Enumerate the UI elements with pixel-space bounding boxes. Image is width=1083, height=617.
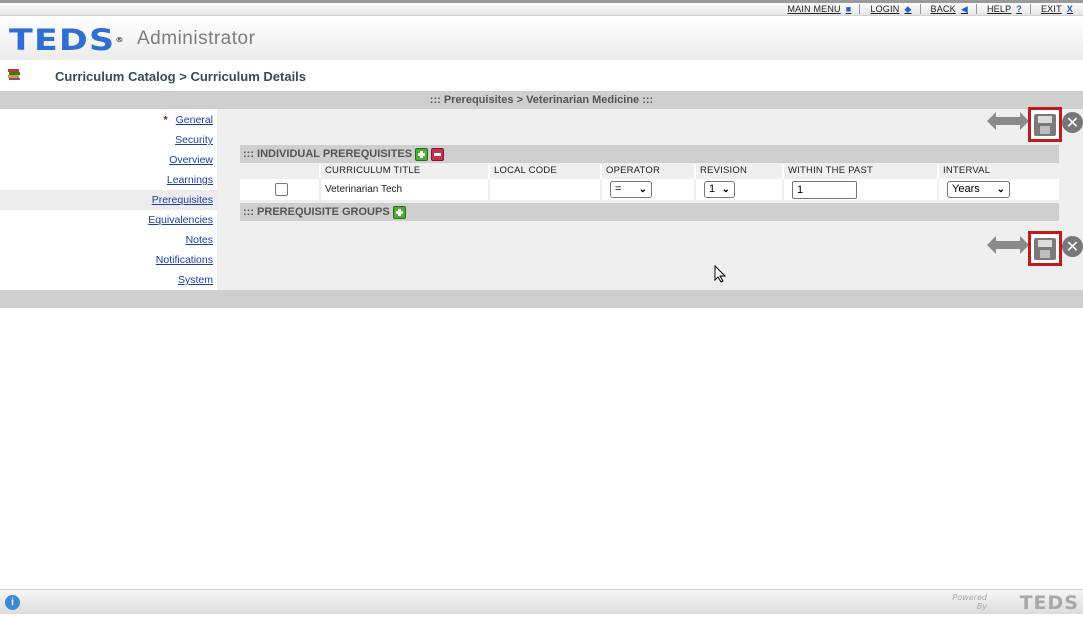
arrow-left-icon[interactable] xyxy=(987,236,1009,254)
column-header: REVISION xyxy=(695,164,784,178)
chevron-down-icon: ⌄ xyxy=(721,184,730,195)
sidebar-item-learnings[interactable]: Learnings xyxy=(167,170,213,190)
app-header: TEDS® Administrator xyxy=(0,16,1083,60)
diamond-icon: ◆ xyxy=(904,3,912,14)
breadcrumb: Curriculum Catalog > Curriculum Details xyxy=(55,69,307,84)
within-the-past-input[interactable]: 1 xyxy=(792,180,857,199)
top-nav-bar: MAIN MENU ■ LOGIN ◆ BACK ◀ HELP? EXIT X xyxy=(0,0,1083,16)
sidebar-item-notes[interactable]: Notes xyxy=(186,230,213,250)
table-header-row: CURRICULUM TITLE LOCAL CODE OPERATOR REV… xyxy=(240,164,1059,178)
prerequisites-table: CURRICULUM TITLE LOCAL CODE OPERATOR REV… xyxy=(240,164,1059,200)
sidebar-item-equivalencies[interactable]: Equivalencies xyxy=(148,210,213,230)
remove-prerequisite-button[interactable] xyxy=(431,147,445,161)
column-header: WITHIN THE PAST xyxy=(783,164,939,178)
question-icon: ? xyxy=(1016,4,1022,14)
action-toolbar-bottom: ✕ xyxy=(987,231,1083,269)
sidebar-item-prerequisites[interactable]: Prerequisites xyxy=(0,190,217,210)
arrow-left-icon[interactable] xyxy=(987,112,1009,130)
column-header: INTERVAL xyxy=(938,164,1059,178)
footer: i Powered By TEDS xyxy=(0,589,1083,614)
divider xyxy=(859,4,861,14)
arrow-right-icon[interactable] xyxy=(1007,112,1029,130)
column-header: LOCAL CODE xyxy=(489,164,602,178)
local-code-cell xyxy=(489,177,602,200)
app-name: Administrator xyxy=(137,28,256,49)
sidebar-item-general[interactable]: * General xyxy=(164,110,213,130)
sidebar-item-system[interactable]: System xyxy=(178,270,213,290)
main-menu-link[interactable]: MAIN MENU ■ xyxy=(787,4,851,14)
chevron-down-icon: ⌄ xyxy=(638,184,647,195)
section-title: ::: Prerequisites > Veterinarian Medicin… xyxy=(0,91,1083,109)
login-link[interactable]: LOGIN ◆ xyxy=(870,4,911,15)
x-icon: X xyxy=(1066,4,1073,14)
divider xyxy=(919,4,921,14)
interval-select[interactable]: Years ⌄ xyxy=(947,181,1010,198)
sidebar-item-security[interactable]: Security xyxy=(175,130,213,150)
help-link[interactable]: HELP? xyxy=(987,4,1022,14)
breadcrumb-row: Curriculum Catalog > Curriculum Details xyxy=(0,60,1083,91)
exit-link[interactable]: EXIT X xyxy=(1041,4,1073,14)
divider xyxy=(1029,4,1031,14)
chevron-down-icon: ⌄ xyxy=(996,184,1005,195)
close-button[interactable]: ✕ xyxy=(1062,112,1083,133)
divider xyxy=(975,4,977,14)
column-header: CURRICULUM TITLE xyxy=(320,164,490,178)
sidebar-item-overview[interactable]: Overview xyxy=(169,150,213,170)
teds-logo: TEDS® xyxy=(9,23,125,57)
interval-cell: Years ⌄ xyxy=(938,177,1059,200)
action-toolbar-top: ✕ xyxy=(987,107,1083,145)
within-cell: 1 xyxy=(783,177,939,200)
bottom-bar xyxy=(0,290,1083,308)
row-checkbox[interactable] xyxy=(275,183,288,196)
mouse-cursor-icon xyxy=(714,265,726,283)
arrow-right-icon[interactable] xyxy=(1007,236,1029,254)
column-header xyxy=(240,164,321,178)
back-link[interactable]: BACK ◀ xyxy=(931,4,968,15)
triangle-left-icon: ◀ xyxy=(960,3,968,14)
operator-cell: = ⌄ xyxy=(601,177,696,200)
column-header: OPERATOR xyxy=(601,164,696,178)
sidebar-item-notifications[interactable]: Notifications xyxy=(156,250,213,270)
required-marker: * xyxy=(163,114,168,126)
powered-by-logo: Powered By TEDS xyxy=(952,592,1079,614)
close-button[interactable]: ✕ xyxy=(1062,236,1083,257)
add-prerequisite-button[interactable] xyxy=(415,147,429,161)
curriculum-title-cell: Veterinarian Tech xyxy=(320,177,490,200)
revision-cell: 1 ⌄ xyxy=(695,177,784,200)
prerequisite-groups-header: ::: PREREQUISITE GROUPS xyxy=(240,203,1059,221)
floppy-disk-icon xyxy=(1034,238,1056,260)
books-icon xyxy=(8,69,20,80)
square-icon: ■ xyxy=(845,4,852,14)
sidebar-nav: * General Security Overview Learnings Pre… xyxy=(0,109,217,290)
info-icon[interactable]: i xyxy=(5,595,20,610)
operator-select[interactable]: = ⌄ xyxy=(610,181,652,198)
table-row: Veterinarian Tech = ⌄ 1 ⌄ 1 Years ⌄ xyxy=(240,177,1059,200)
select-cell xyxy=(240,177,321,200)
individual-prerequisites-header: ::: INDIVIDUAL PREREQUISITES xyxy=(240,145,1059,163)
revision-select[interactable]: 1 ⌄ xyxy=(704,181,735,198)
save-button[interactable] xyxy=(1028,231,1062,266)
save-button[interactable] xyxy=(1028,107,1062,142)
floppy-disk-icon xyxy=(1034,114,1056,136)
main-panel: ✕ ::: INDIVIDUAL PREREQUISITES CURRICULU… xyxy=(217,107,1083,290)
add-group-button[interactable] xyxy=(392,205,406,219)
